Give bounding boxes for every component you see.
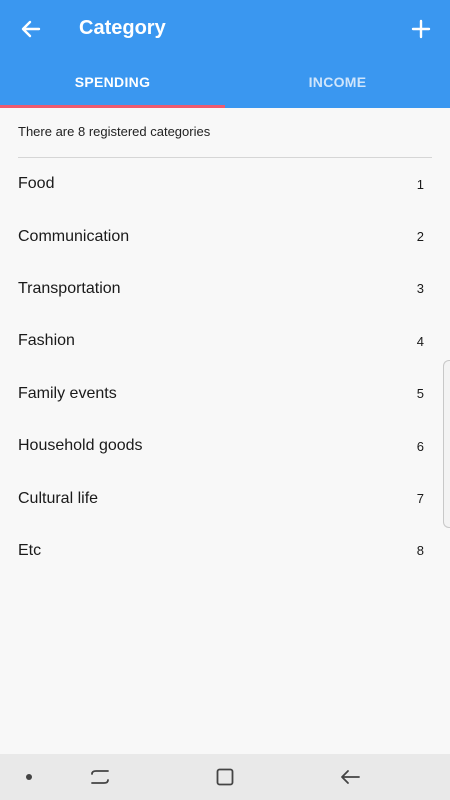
home-icon	[216, 768, 234, 786]
category-name: Food	[18, 175, 55, 193]
category-item-food[interactable]: Food 1	[0, 158, 450, 210]
category-number: 3	[416, 281, 424, 297]
tab-bar: SPENDING INCOME	[0, 56, 450, 108]
home-button[interactable]	[205, 754, 245, 800]
category-number: 5	[416, 386, 424, 402]
category-name: Cultural life	[18, 489, 99, 507]
app-bar: Category SPENDING INCOME	[0, 0, 450, 108]
page-title: Category	[79, 17, 166, 39]
category-item-communication[interactable]: Communication 2	[0, 210, 450, 262]
plus-icon	[411, 19, 431, 39]
category-item-household-goods[interactable]: Household goods 6	[0, 420, 450, 472]
tab-income[interactable]: INCOME	[225, 56, 450, 108]
category-name: Transportation	[18, 279, 121, 297]
recent-apps-button[interactable]	[80, 754, 120, 800]
category-item-family-events[interactable]: Family events 5	[0, 368, 450, 420]
category-list: Food 1 Communication 2 Transportation 3 …	[0, 158, 450, 577]
category-number: 8	[416, 543, 424, 559]
system-navigation-bar	[0, 754, 450, 800]
category-name: Etc	[18, 541, 42, 559]
category-name: Fashion	[18, 332, 75, 350]
arrow-left-icon	[21, 20, 41, 38]
category-item-fashion[interactable]: Fashion 4	[0, 315, 450, 367]
category-number: 4	[416, 333, 424, 349]
category-number: 7	[416, 491, 424, 507]
category-number: 6	[416, 438, 424, 454]
category-item-etc[interactable]: Etc 8	[0, 525, 450, 577]
system-back-button[interactable]	[330, 754, 370, 800]
category-number: 2	[416, 229, 424, 245]
category-item-cultural-life[interactable]: Cultural life 7	[0, 472, 450, 524]
nav-dot-button[interactable]	[14, 754, 44, 800]
edge-panel-handle[interactable]	[443, 360, 450, 528]
back-icon	[341, 770, 360, 784]
category-name: Family events	[18, 384, 117, 402]
dot-icon	[26, 774, 32, 780]
category-name: Communication	[18, 227, 130, 245]
category-count-text: There are 8 registered categories	[18, 124, 211, 139]
tab-spending[interactable]: SPENDING	[0, 56, 225, 108]
back-button[interactable]	[14, 12, 48, 46]
tab-indicator	[0, 105, 225, 108]
add-category-button[interactable]	[404, 12, 438, 46]
category-name: Household goods	[18, 437, 143, 455]
recent-apps-icon	[91, 770, 109, 784]
category-item-transportation[interactable]: Transportation 3	[0, 263, 450, 315]
category-number: 1	[416, 176, 424, 192]
